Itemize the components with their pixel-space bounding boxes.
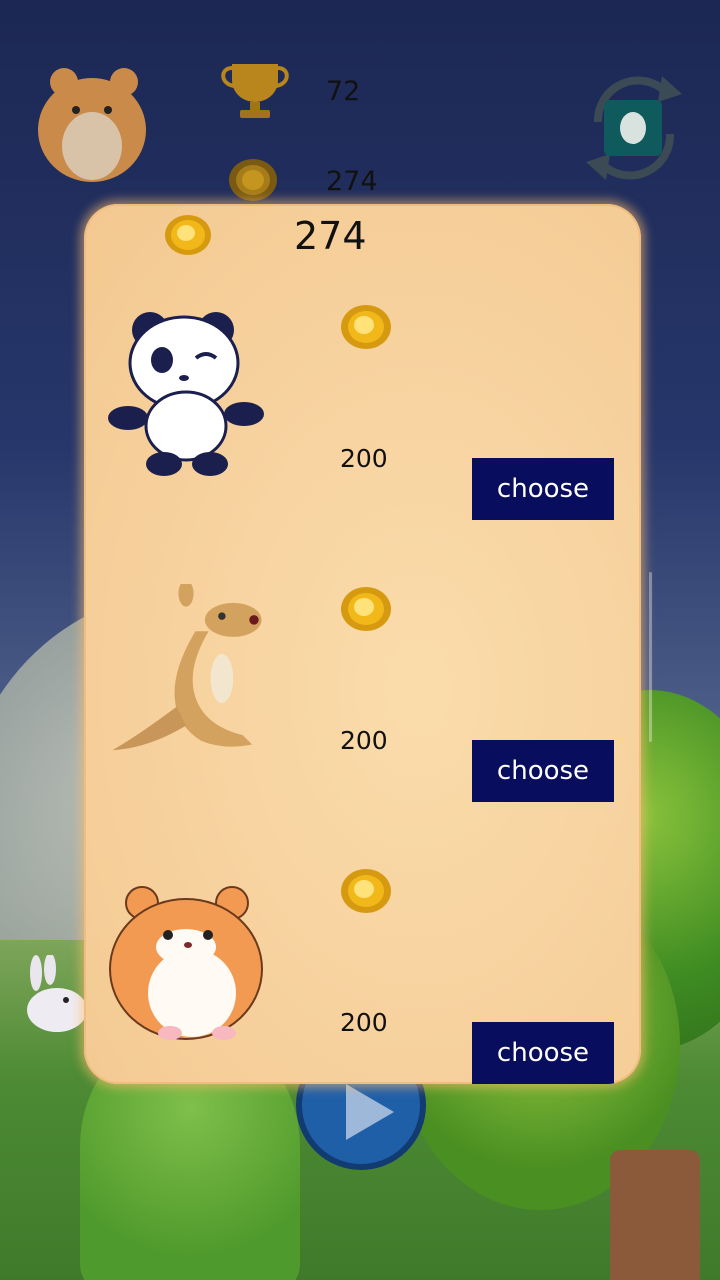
choose-panda-button[interactable]: choose — [472, 458, 614, 520]
hamster-avatar-icon[interactable] — [34, 60, 149, 185]
coin-balance: 274 — [294, 214, 367, 258]
coin-icon — [341, 587, 391, 631]
choose-kangaroo-button[interactable]: choose — [472, 740, 614, 802]
score-value: 72 — [326, 76, 361, 107]
item-price: 200 — [340, 444, 388, 473]
coin-icon — [341, 305, 391, 349]
coin-count: 274 — [326, 166, 378, 197]
switch-camera-icon[interactable] — [578, 62, 688, 194]
item-price: 200 — [340, 726, 388, 755]
animal-shop-panel: 274 200 choose 200 choose 200 choose — [84, 204, 641, 1084]
hamster-icon — [109, 886, 263, 1040]
kangaroo-icon — [112, 584, 262, 751]
item-price: 200 — [340, 1008, 388, 1037]
bunny-icon — [27, 955, 87, 1032]
choose-hamster-button[interactable]: choose — [472, 1022, 614, 1084]
play-icon — [346, 1084, 394, 1140]
coin-icon — [229, 159, 277, 201]
shop-item-kangaroo: 200 choose — [84, 576, 641, 858]
shop-item-panda: 200 choose — [84, 294, 641, 576]
panda-icon — [108, 312, 264, 476]
tree-trunk — [610, 1150, 700, 1280]
coin-icon — [165, 215, 211, 255]
scrollbar[interactable] — [649, 572, 652, 742]
shop-item-hamster: 200 choose — [84, 858, 641, 1084]
coin-icon — [341, 869, 391, 913]
trophy-icon — [221, 64, 289, 118]
